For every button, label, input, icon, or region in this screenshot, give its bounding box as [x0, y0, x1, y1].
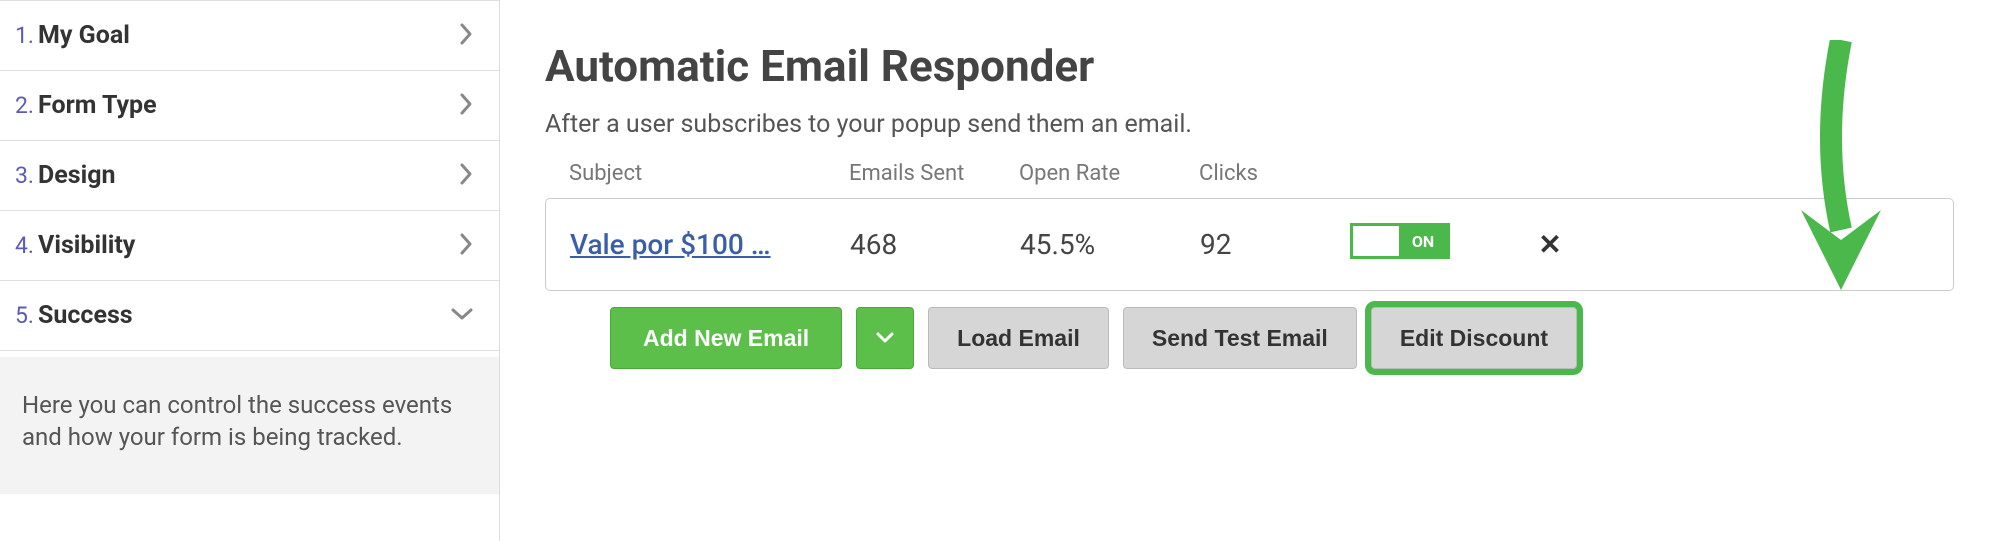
- page-subtitle: After a user subscribes to your popup se…: [545, 110, 1954, 139]
- chevron-down-icon: [450, 306, 474, 326]
- step-number: 2.: [15, 92, 34, 119]
- emails-sent-value: 468: [850, 228, 1020, 261]
- edit-discount-button[interactable]: Edit Discount: [1371, 307, 1577, 369]
- add-new-email-button[interactable]: Add New Email: [610, 307, 842, 369]
- email-row: Vale por $100 … 468 45.5% 92 ON ✕: [545, 198, 1954, 291]
- sidebar-note: Here you can control the success events …: [0, 357, 499, 494]
- chevron-right-icon: [458, 92, 474, 120]
- step-number: 4.: [15, 232, 34, 259]
- step-form-type[interactable]: 2. Form Type: [0, 71, 499, 141]
- step-label: Design: [38, 161, 116, 190]
- col-sent-header: Emails Sent: [849, 161, 1019, 186]
- step-label: Form Type: [38, 91, 157, 120]
- sidebar: 1. My Goal 2. Form Type 3. Design 4. Vis…: [0, 0, 500, 541]
- clicks-value: 92: [1200, 228, 1350, 261]
- step-label: Success: [38, 301, 133, 330]
- step-label: Visibility: [38, 231, 135, 260]
- main-panel: Automatic Email Responder After a user s…: [500, 0, 1999, 541]
- send-test-email-button[interactable]: Send Test Email: [1123, 307, 1357, 369]
- col-clicks-header: Clicks: [1199, 161, 1349, 186]
- chevron-right-icon: [458, 232, 474, 260]
- table-header: Subject Emails Sent Open Rate Clicks: [545, 161, 1954, 198]
- delete-email-icon[interactable]: ✕: [1538, 228, 1561, 261]
- col-open-header: Open Rate: [1019, 161, 1199, 186]
- chevron-down-icon: [875, 331, 895, 345]
- open-rate-value: 45.5%: [1020, 228, 1200, 261]
- page-title: Automatic Email Responder: [545, 40, 1954, 92]
- button-row: Add New Email Load Email Send Test Email…: [545, 307, 1954, 369]
- step-number: 1.: [15, 22, 34, 49]
- step-success[interactable]: 5. Success: [0, 281, 499, 351]
- chevron-right-icon: [458, 22, 474, 50]
- add-email-dropdown-button[interactable]: [856, 307, 914, 369]
- email-toggle[interactable]: ON: [1350, 223, 1450, 259]
- step-label: My Goal: [38, 21, 130, 50]
- step-design[interactable]: 3. Design: [0, 141, 499, 211]
- step-my-goal[interactable]: 1. My Goal: [0, 0, 499, 71]
- chevron-right-icon: [458, 162, 474, 190]
- step-number: 5.: [15, 302, 34, 329]
- load-email-button[interactable]: Load Email: [928, 307, 1109, 369]
- email-subject-link[interactable]: Vale por $100 …: [570, 228, 771, 261]
- step-visibility[interactable]: 4. Visibility: [0, 211, 499, 281]
- toggle-on-label: ON: [1399, 226, 1447, 256]
- col-subject-header: Subject: [569, 161, 849, 186]
- step-number: 3.: [15, 162, 34, 189]
